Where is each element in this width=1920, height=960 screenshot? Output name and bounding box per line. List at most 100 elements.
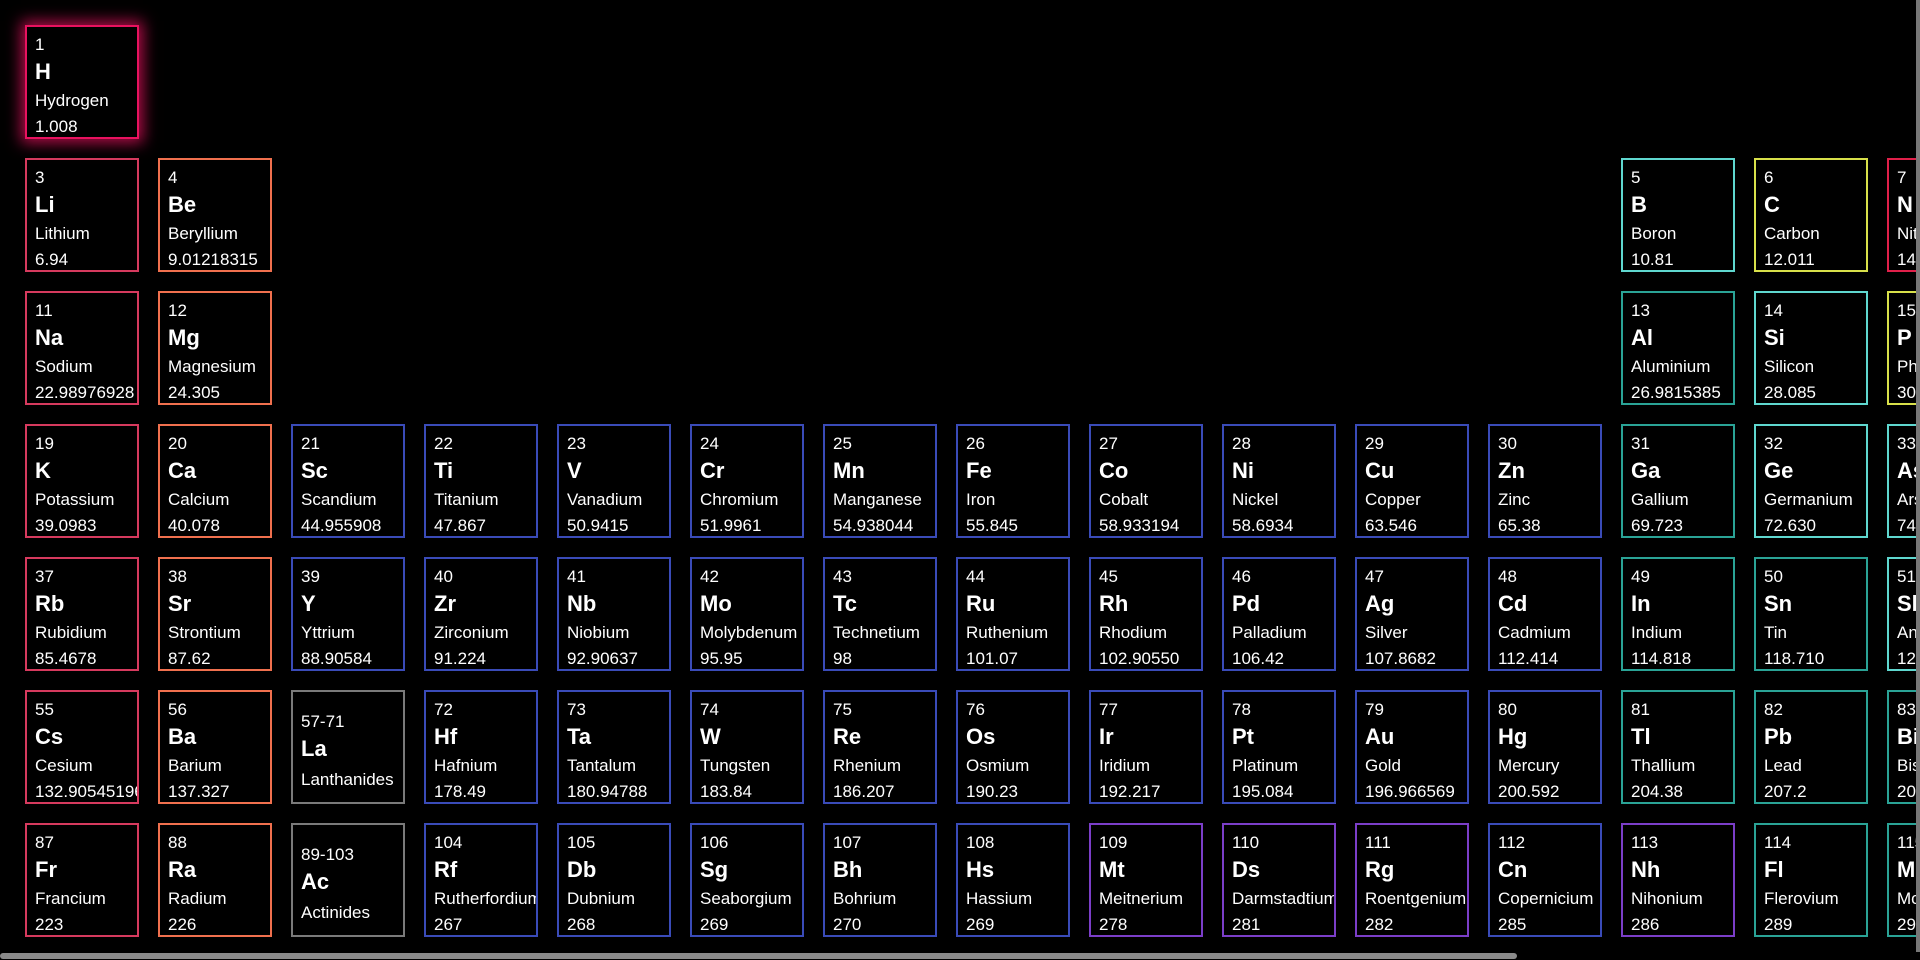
element-cell-zr[interactable]: 40 Zr Zirconium 91.224 — [424, 557, 538, 671]
element-cell-fe[interactable]: 26 Fe Iron 55.845 — [956, 424, 1070, 538]
element-cell-db[interactable]: 105 Db Dubnium 268 — [557, 823, 671, 937]
element-cell-cu[interactable]: 29 Cu Copper 63.546 — [1355, 424, 1469, 538]
element-cell-ac[interactable]: 89-103 Ac Actinides — [291, 823, 405, 937]
element-cell-re[interactable]: 75 Re Rhenium 186.207 — [823, 690, 937, 804]
element-name: Copernicium — [1498, 889, 1594, 908]
element-name: Sodium — [35, 357, 93, 376]
atomic-number: 47 — [1365, 567, 1384, 586]
element-cell-ta[interactable]: 73 Ta Tantalum 180.94788 — [557, 690, 671, 804]
element-cell-mn[interactable]: 25 Mn Manganese 54.938044 — [823, 424, 937, 538]
element-cell-rg[interactable]: 111 Rg Roentgenium 282 — [1355, 823, 1469, 937]
element-cell-pb[interactable]: 82 Pb Lead 207.2 — [1754, 690, 1868, 804]
element-cell-fl[interactable]: 114 Fl Flerovium 289 — [1754, 823, 1868, 937]
element-cell-zn[interactable]: 30 Zn Zinc 65.38 — [1488, 424, 1602, 538]
element-cell-sr[interactable]: 38 Sr Strontium 87.62 — [158, 557, 272, 671]
element-cell-hs[interactable]: 108 Hs Hassium 269 — [956, 823, 1070, 937]
horizontal-scrollbar-thumb[interactable] — [0, 953, 1517, 959]
element-symbol: C — [1764, 192, 1780, 217]
element-cell-ra[interactable]: 88 Ra Radium 226 — [158, 823, 272, 937]
atomic-number: 32 — [1764, 434, 1783, 453]
element-cell-pd[interactable]: 46 Pd Palladium 106.42 — [1222, 557, 1336, 671]
element-name: Barium — [168, 756, 222, 775]
element-name: Calcium — [168, 490, 230, 509]
element-cell-ni[interactable]: 28 Ni Nickel 58.6934 — [1222, 424, 1336, 538]
element-name: Technetium — [833, 623, 920, 642]
element-cell-cd[interactable]: 48 Cd Cadmium 112.414 — [1488, 557, 1602, 671]
element-cell-ru[interactable]: 44 Ru Ruthenium 101.07 — [956, 557, 1070, 671]
element-cell-si[interactable]: 14 Si Silicon 28.085 — [1754, 291, 1868, 405]
element-cell-ti[interactable]: 22 Ti Titanium 47.867 — [424, 424, 538, 538]
element-cell-mg[interactable]: 12 Mg Magnesium 24.305 — [158, 291, 272, 405]
element-cell-ga[interactable]: 31 Ga Gallium 69.723 — [1621, 424, 1735, 538]
element-cell-tl[interactable]: 81 Tl Thallium 204.38 — [1621, 690, 1735, 804]
element-cell-la[interactable]: 57-71 La Lanthanides — [291, 690, 405, 804]
element-cell-sn[interactable]: 50 Sn Tin 118.710 — [1754, 557, 1868, 671]
atomic-number: 109 — [1099, 833, 1128, 852]
element-cell-sg[interactable]: 106 Sg Seaborgium 269 — [690, 823, 804, 937]
element-cell-hf[interactable]: 72 Hf Hafnium 178.49 — [424, 690, 538, 804]
atomic-weight: 28.085 — [1764, 383, 1816, 402]
element-cell-rf[interactable]: 104 Rf Rutherfordium 267 — [424, 823, 538, 937]
atomic-weight: 95.95 — [700, 649, 743, 668]
element-name: Iridium — [1099, 756, 1151, 775]
element-cell-ba[interactable]: 56 Ba Barium 137.327 — [158, 690, 272, 804]
element-cell-w[interactable]: 74 W Tungsten 183.84 — [690, 690, 804, 804]
atomic-weight: 118.710 — [1764, 649, 1825, 668]
element-cell-ir[interactable]: 77 Ir Iridium 192.217 — [1089, 690, 1203, 804]
element-cell-co[interactable]: 27 Co Cobalt 58.933194 — [1089, 424, 1203, 538]
atomic-weight: 54.938044 — [833, 516, 914, 535]
element-cell-ag[interactable]: 47 Ag Silver 107.8682 — [1355, 557, 1469, 671]
element-cell-b[interactable]: 5 B Boron 10.81 — [1621, 158, 1735, 272]
element-cell-pt[interactable]: 78 Pt Platinum 195.084 — [1222, 690, 1336, 804]
element-cell-os[interactable]: 76 Os Osmium 190.23 — [956, 690, 1070, 804]
vertical-scrollbar[interactable] — [1916, 0, 1920, 952]
element-cell-nb[interactable]: 41 Nb Niobium 92.90637 — [557, 557, 671, 671]
element-cell-ds[interactable]: 110 Ds Darmstadtium 281 — [1222, 823, 1336, 937]
element-cell-mt[interactable]: 109 Mt Meitnerium 278 — [1089, 823, 1203, 937]
element-cell-ge[interactable]: 32 Ge Germanium 72.630 — [1754, 424, 1868, 538]
atomic-weight: 286 — [1631, 915, 1660, 934]
element-name: Vanadium — [567, 490, 643, 509]
element-cell-v[interactable]: 23 V Vanadium 50.9415 — [557, 424, 671, 538]
element-cell-al[interactable]: 13 Al Aluminium 26.9815385 — [1621, 291, 1735, 405]
element-cell-li[interactable]: 3 Li Lithium 6.94 — [25, 158, 139, 272]
element-cell-au[interactable]: 79 Au Gold 196.966569 — [1355, 690, 1469, 804]
element-cell-rb[interactable]: 37 Rb Rubidium 85.4678 — [25, 557, 139, 671]
element-cell-sc[interactable]: 21 Sc Scandium 44.955908 — [291, 424, 405, 538]
atomic-number: 89-103 — [301, 845, 354, 864]
element-cell-nh[interactable]: 113 Nh Nihonium 286 — [1621, 823, 1735, 937]
element-symbol: P — [1897, 325, 1912, 350]
element-cell-in[interactable]: 49 In Indium 114.818 — [1621, 557, 1735, 671]
element-cell-rh[interactable]: 45 Rh Rhodium 102.90550 — [1089, 557, 1203, 671]
atomic-weight: 9.01218315 — [168, 250, 258, 269]
atomic-weight: 1.008 — [35, 117, 78, 136]
element-name: Dubnium — [567, 889, 636, 908]
element-cell-c[interactable]: 6 C Carbon 12.011 — [1754, 158, 1868, 272]
element-cell-h[interactable]: 1 H Hydrogen 1.008 — [25, 25, 139, 139]
element-name: Boron — [1631, 224, 1677, 243]
element-cell-tc[interactable]: 43 Tc Technetium 98 — [823, 557, 937, 671]
element-cell-k[interactable]: 19 K Potassium 39.0983 — [25, 424, 139, 538]
atomic-number: 14 — [1764, 301, 1783, 320]
element-cell-y[interactable]: 39 Y Yttrium 88.90584 — [291, 557, 405, 671]
atomic-number: 88 — [168, 833, 187, 852]
element-cell-cr[interactable]: 24 Cr Chromium 51.9961 — [690, 424, 804, 538]
atomic-number: 73 — [567, 700, 586, 719]
element-symbol: Hf — [434, 724, 458, 749]
atomic-weight: 51.9961 — [700, 516, 762, 535]
element-cell-hg[interactable]: 80 Hg Mercury 200.592 — [1488, 690, 1602, 804]
element-cell-cs[interactable]: 55 Cs Cesium 132.90545196 — [25, 690, 139, 804]
element-cell-bh[interactable]: 107 Bh Bohrium 270 — [823, 823, 937, 937]
vertical-scrollbar-thumb[interactable] — [1916, 0, 1920, 952]
element-cell-na[interactable]: 11 Na Sodium 22.98976928 — [25, 291, 139, 405]
element-cell-fr[interactable]: 87 Fr Francium 223 — [25, 823, 139, 937]
element-cell-cn[interactable]: 112 Cn Copernicium 285 — [1488, 823, 1602, 937]
element-cell-be[interactable]: 4 Be Beryllium 9.01218315 — [158, 158, 272, 272]
element-symbol: Sr — [168, 591, 192, 616]
horizontal-scrollbar[interactable] — [0, 952, 1920, 960]
element-cell-mo[interactable]: 42 Mo Molybdenum 95.95 — [690, 557, 804, 671]
atomic-weight: 39.0983 — [35, 516, 97, 535]
element-cell-ca[interactable]: 20 Ca Calcium 40.078 — [158, 424, 272, 538]
atomic-number: 13 — [1631, 301, 1650, 320]
element-symbol: Cr — [700, 458, 725, 483]
